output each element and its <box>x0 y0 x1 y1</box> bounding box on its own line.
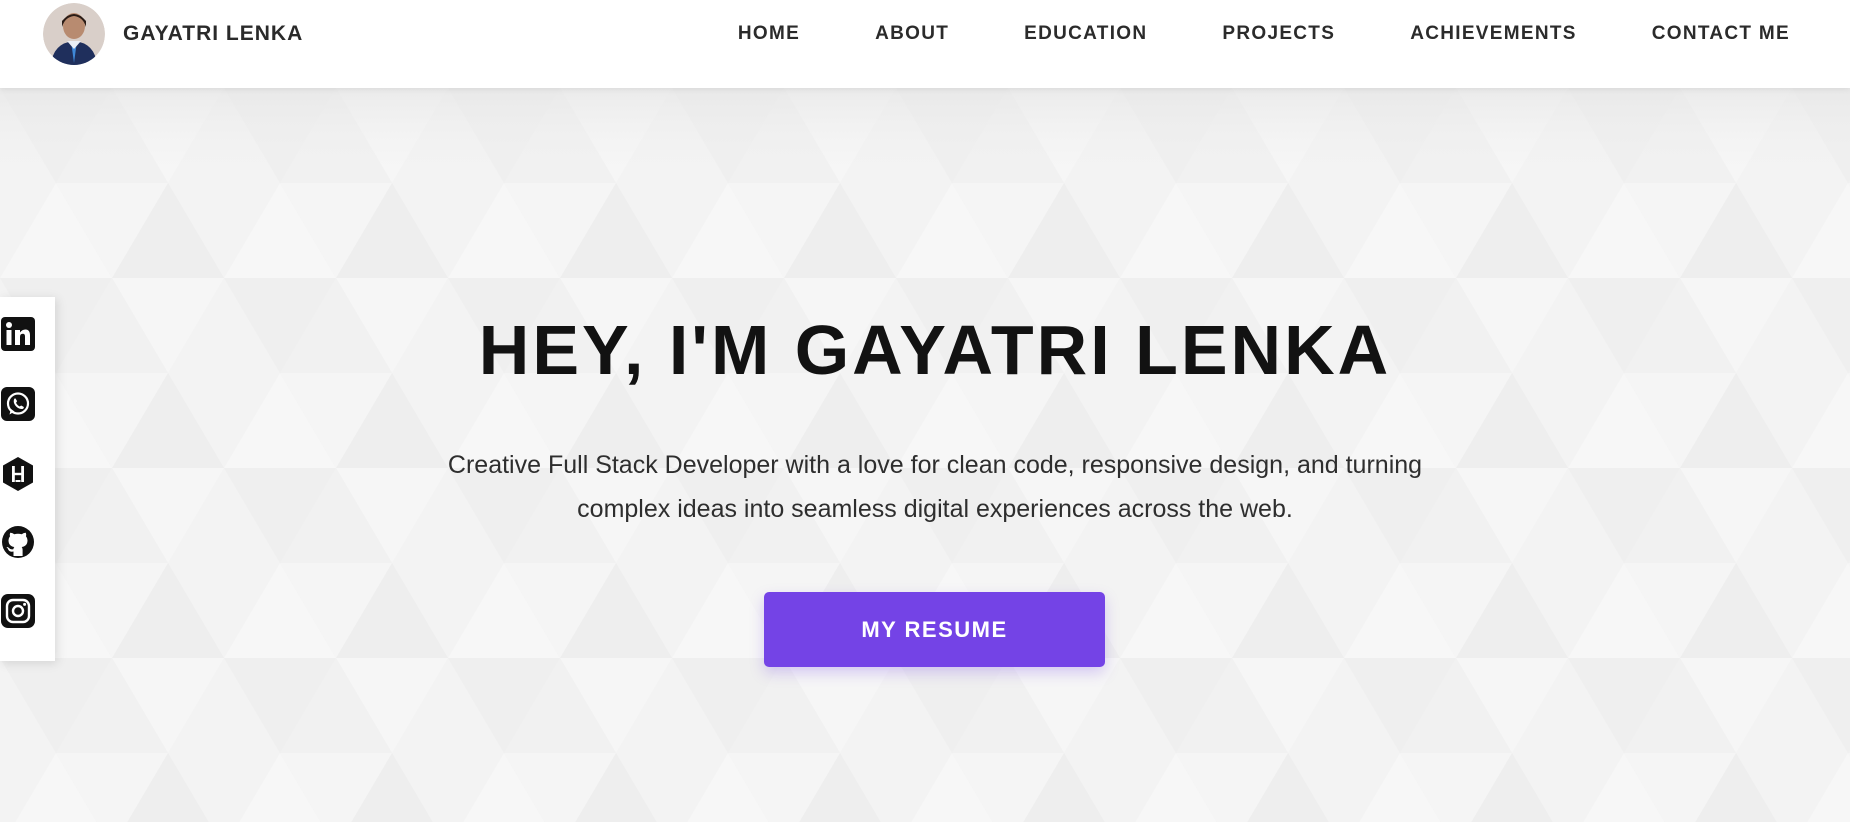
github-link[interactable] <box>0 524 36 560</box>
instagram-icon <box>1 594 35 628</box>
hero-section: HEY, I'M GAYATRI LENKA Creative Full Sta… <box>0 88 1850 822</box>
nav-item-contact-me[interactable]: CONTACT ME <box>1577 22 1790 46</box>
nav-item-about[interactable]: ABOUT <box>800 22 949 46</box>
hashnode-icon <box>3 457 33 491</box>
hero-title: HEY, I'M GAYATRI LENKA <box>478 311 1392 389</box>
whatsapp-link[interactable] <box>0 386 36 422</box>
my-resume-button[interactable]: MY RESUME <box>764 592 1105 667</box>
avatar[interactable] <box>43 3 105 65</box>
github-icon <box>2 526 34 558</box>
nav-item-projects[interactable]: PROJECTS <box>1147 22 1335 46</box>
linkedin-link[interactable] <box>0 316 36 352</box>
hashnode-link[interactable] <box>0 456 36 492</box>
linkedin-icon <box>1 317 35 351</box>
main-nav: HOME ABOUT EDUCATION PROJECTS ACHIEVEMEN… <box>738 22 1790 46</box>
social-sidebar <box>0 297 55 661</box>
profile-photo-icon <box>43 3 105 65</box>
instagram-link[interactable] <box>0 593 36 629</box>
site-header: GAYATRI LENKA HOME ABOUT EDUCATION PROJE… <box>0 0 1850 88</box>
brand-name[interactable]: GAYATRI LENKA <box>123 22 303 46</box>
nav-item-achievements[interactable]: ACHIEVEMENTS <box>1335 22 1577 46</box>
brand[interactable]: GAYATRI LENKA <box>43 3 303 65</box>
nav-item-home[interactable]: HOME <box>738 22 800 46</box>
nav-item-education[interactable]: EDUCATION <box>949 22 1147 46</box>
hero-subtitle: Creative Full Stack Developer with a lov… <box>447 451 1423 523</box>
whatsapp-icon <box>1 387 35 421</box>
